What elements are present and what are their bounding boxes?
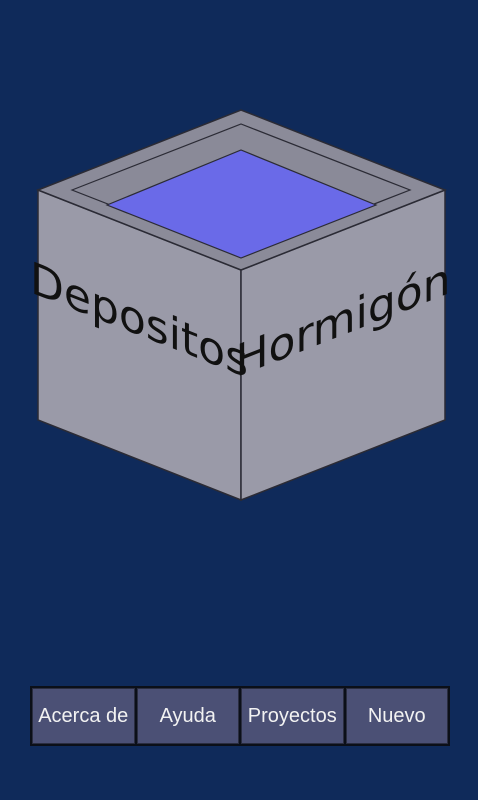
about-button[interactable]: Acerca de xyxy=(32,688,135,744)
app-logo: Depositos Hormigón xyxy=(0,0,478,560)
bottom-menu-bar: Acerca de Ayuda Proyectos Nuevo xyxy=(30,686,450,746)
tank-illustration: Depositos Hormigón xyxy=(30,109,451,502)
projects-button[interactable]: Proyectos xyxy=(241,688,344,744)
new-button[interactable]: Nuevo xyxy=(345,688,448,744)
help-button[interactable]: Ayuda xyxy=(136,688,239,744)
